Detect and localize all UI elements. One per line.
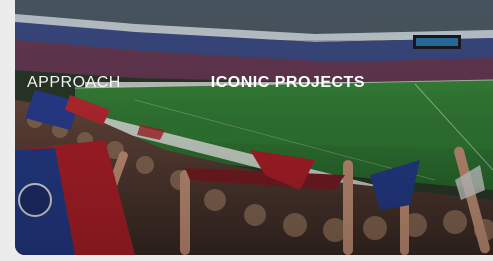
nav-approach-link[interactable]: APPROACH — [27, 73, 121, 93]
nav-iconic-projects-link[interactable]: ICONIC PROJECTS — [211, 73, 365, 93]
image-overlay — [15, 0, 493, 255]
hero-card: APPROACH ICONIC PROJECTS — [15, 0, 493, 255]
section-nav: APPROACH ICONIC PROJECTS — [27, 73, 365, 93]
